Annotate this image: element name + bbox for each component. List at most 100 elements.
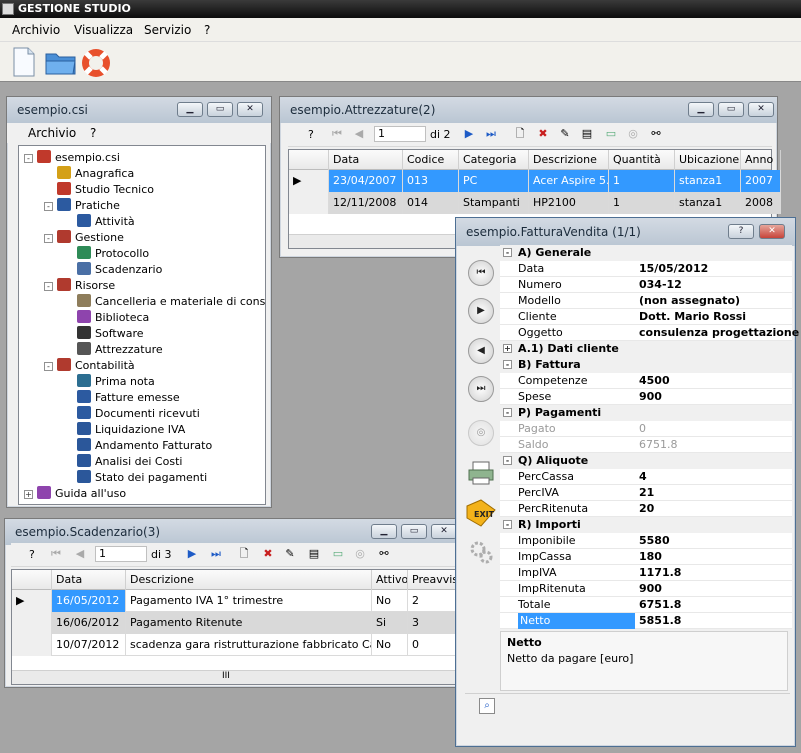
print-icon[interactable]: ▭ xyxy=(604,127,618,141)
cell[interactable]: 1 xyxy=(609,192,675,214)
property-value[interactable]: 900 xyxy=(639,389,662,405)
tree-item[interactable]: Fatture emesse xyxy=(77,390,180,406)
property-category[interactable]: - R) Importi xyxy=(500,517,792,533)
cell[interactable]: No xyxy=(372,634,408,656)
property-row[interactable]: Data 15/05/2012 xyxy=(500,261,792,277)
property-row[interactable]: Modello (non assegnato) xyxy=(500,293,792,309)
property-value[interactable]: 6751.8 xyxy=(639,437,678,453)
tree-expander[interactable]: - xyxy=(44,234,53,243)
cell[interactable]: 12/11/2008 xyxy=(329,192,403,214)
row-header[interactable]: ▶ xyxy=(289,170,329,192)
property-row[interactable]: Numero 034-12 xyxy=(500,277,792,293)
cell[interactable]: Stampanti xyxy=(459,192,529,214)
first-record-icon[interactable]: ⏮ xyxy=(468,260,494,286)
property-value[interactable]: 21 xyxy=(639,485,654,501)
property-value[interactable]: 4500 xyxy=(639,373,670,389)
tree-item[interactable]: Contabilità xyxy=(57,358,135,374)
property-value[interactable]: 6751.8 xyxy=(639,597,681,613)
edit-record-icon[interactable]: ✎ xyxy=(283,547,297,561)
help-button[interactable]: ? xyxy=(308,128,314,141)
property-row[interactable]: Netto 5851.8 xyxy=(500,613,792,629)
cell[interactable]: HP2100 xyxy=(529,192,609,214)
column-header[interactable]: Quantità xyxy=(609,150,675,170)
tree-item[interactable]: Gestione xyxy=(57,230,124,246)
cell[interactable]: 2 xyxy=(408,590,460,612)
cell[interactable]: scadenza gara ristrutturazione fabbricat… xyxy=(126,634,372,656)
cell[interactable]: 3 xyxy=(408,612,460,634)
property-row[interactable]: Spese 900 xyxy=(500,389,792,405)
table-row[interactable]: 10/07/2012 scadenza gara ristrutturazion… xyxy=(12,634,460,656)
property-value[interactable]: 900 xyxy=(639,581,662,597)
tree-expander[interactable]: - xyxy=(24,154,33,163)
property-row[interactable]: Saldo 6751.8 xyxy=(500,437,792,453)
maximize-button[interactable]: ▭ xyxy=(718,102,744,117)
property-category[interactable]: - P) Pagamenti xyxy=(500,405,792,421)
category-expander[interactable]: + xyxy=(503,344,512,353)
property-row[interactable]: Competenze 4500 xyxy=(500,373,792,389)
close-button[interactable]: ✕ xyxy=(759,224,785,239)
tree-expander[interactable]: + xyxy=(24,490,33,499)
property-row[interactable]: Imponibile 5580 xyxy=(500,533,792,549)
new-record-icon[interactable]: 🗋 xyxy=(513,127,527,141)
property-row[interactable]: Totale 6751.8 xyxy=(500,597,792,613)
row-header[interactable] xyxy=(289,192,329,214)
property-row[interactable]: PercIVA 21 xyxy=(500,485,792,501)
tree-item[interactable]: Software xyxy=(77,326,144,342)
last-record-icon[interactable]: ⏭ xyxy=(468,376,494,402)
minimize-button[interactable]: ▁ xyxy=(371,524,397,539)
menu-archivio[interactable]: Archivio xyxy=(28,126,76,140)
cell[interactable]: 16/06/2012 xyxy=(52,612,126,634)
property-value[interactable]: 4 xyxy=(639,469,647,485)
new-document-icon[interactable] xyxy=(12,47,36,77)
column-header[interactable]: Attivo xyxy=(372,570,408,590)
close-button[interactable]: ✕ xyxy=(431,524,457,539)
property-category[interactable]: - Q) Aliquote xyxy=(500,453,792,469)
tree-item[interactable]: Andamento Fatturato xyxy=(77,438,212,454)
cell[interactable]: stanza1 xyxy=(675,192,741,214)
properties-icon[interactable]: ▤ xyxy=(307,547,321,561)
property-row[interactable]: ImpRitenuta 900 xyxy=(500,581,792,597)
column-header[interactable]: Anno xyxy=(741,150,781,170)
minimize-button[interactable]: ▁ xyxy=(688,102,714,117)
delete-record-icon[interactable]: ✖ xyxy=(261,547,275,561)
column-header[interactable]: Codice xyxy=(403,150,459,170)
property-value[interactable]: 15/05/2012 xyxy=(639,261,708,277)
cell[interactable]: 16/05/2012 xyxy=(52,590,126,612)
delete-record-icon[interactable]: ✖ xyxy=(536,127,550,141)
property-value[interactable]: Dott. Mario Rossi xyxy=(639,309,746,325)
project-tree[interactable]: esempio.csi - Anagrafica Studio Tecnico Prat… xyxy=(18,145,266,505)
tree-item[interactable]: Anagrafica xyxy=(57,166,134,182)
binoculars-icon[interactable]: ⚯ xyxy=(377,547,391,561)
previous-record-icon[interactable]: ◀ xyxy=(352,127,366,141)
tree-item[interactable]: Liquidazione IVA xyxy=(77,422,185,438)
position-field[interactable]: 1 xyxy=(95,546,147,562)
property-value[interactable]: 1171.8 xyxy=(639,565,681,581)
edit-record-icon[interactable]: ✎ xyxy=(558,127,572,141)
cell[interactable]: Pagamento Ritenute xyxy=(126,612,372,634)
close-button[interactable]: ✕ xyxy=(237,102,263,117)
maximize-button[interactable]: ▭ xyxy=(207,102,233,117)
column-header[interactable]: Descrizione xyxy=(126,570,372,590)
tree-item[interactable]: Attrezzature xyxy=(77,342,163,358)
category-expander[interactable]: - xyxy=(503,360,512,369)
tree-expander[interactable]: - xyxy=(44,202,53,211)
next-record-icon[interactable]: ▶ xyxy=(185,547,199,561)
cell[interactable]: 2007 xyxy=(741,170,781,192)
tree-item[interactable]: Biblioteca xyxy=(77,310,149,326)
horizontal-scrollbar[interactable]: III xyxy=(12,670,458,684)
row-header[interactable] xyxy=(12,612,52,634)
row-header[interactable]: ▶ xyxy=(12,590,52,612)
tree-item[interactable]: Attività xyxy=(77,214,135,230)
property-value[interactable]: consulenza progettazione xyxy=(639,325,799,341)
first-record-icon[interactable]: ⏮ xyxy=(49,547,63,561)
data-grid[interactable]: Data Descrizione Attivo Preavviso ▶ 16/0… xyxy=(11,569,460,685)
column-header[interactable]: Data xyxy=(329,150,403,170)
row-header[interactable] xyxy=(12,634,52,656)
play-icon[interactable]: ▶ xyxy=(468,298,494,324)
cell[interactable]: 1 xyxy=(609,170,675,192)
cell[interactable]: 10/07/2012 xyxy=(52,634,126,656)
cell[interactable]: Si xyxy=(372,612,408,634)
property-row[interactable]: Pagato 0 xyxy=(500,421,792,437)
property-value[interactable]: (non assegnato) xyxy=(639,293,740,309)
lifebuoy-icon[interactable]: ◎ xyxy=(468,420,494,446)
